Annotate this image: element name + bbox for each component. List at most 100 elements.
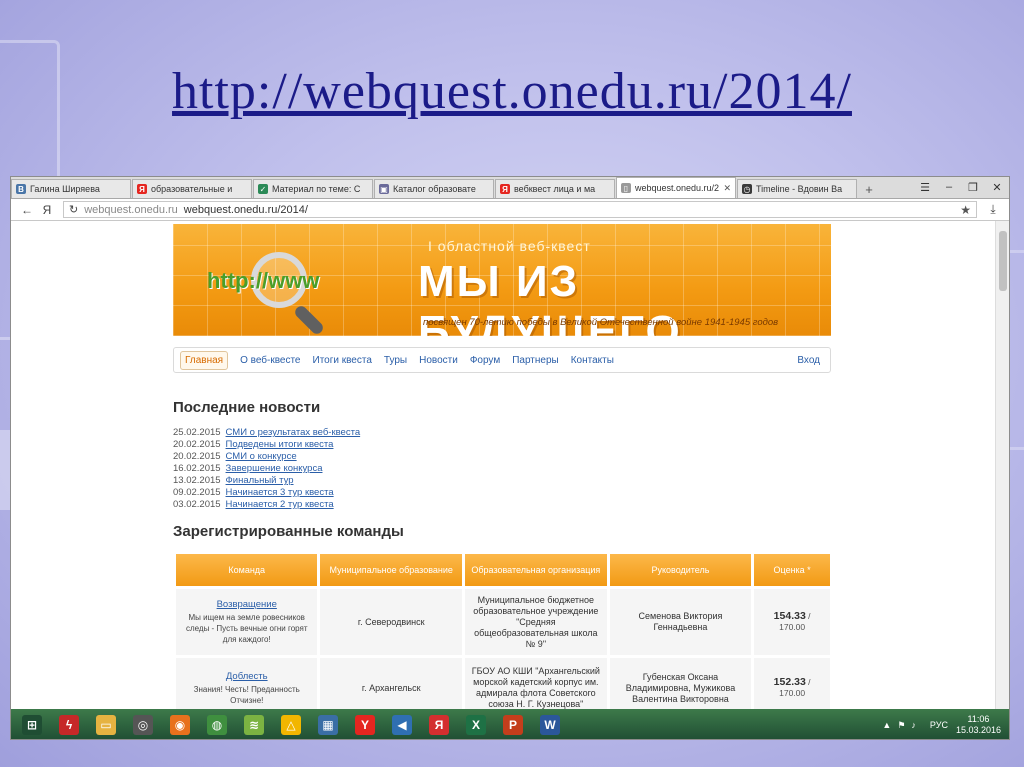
column-header[interactable]: Руководитель [609,554,752,586]
taskbar-button[interactable]: ◍ [200,711,234,739]
browser-tab[interactable]: ▯ webquest.onedu.ru/2 ✕ [616,177,736,198]
browser-tab[interactable]: В Галина Ширяева [11,179,131,198]
banner-dedication: посвящен 70-летию победы в Великой Отече… [423,317,779,328]
column-header[interactable]: Образовательная организация [464,554,607,586]
taskbar-button[interactable]: Y [348,711,382,739]
news-item: 20.02.2015 СМИ о конкурсе [173,451,360,463]
news-item: 25.02.2015 СМИ о результатах веб-квеста [173,427,360,439]
maximize-icon[interactable]: ❐ [961,181,985,194]
menu-item[interactable]: Итоги квеста [313,355,372,366]
back-icon[interactable]: ← [17,203,37,217]
news-heading: Последние новости [173,399,321,416]
browser-tab[interactable]: ▣ Каталог образовате [374,179,494,198]
score-value: 152.33 [773,676,806,688]
menu-item[interactable]: Новости [419,355,458,366]
warning-icon: △ [281,715,301,735]
taskbar-button[interactable]: ◉ [163,711,197,739]
slide-title[interactable]: http://webquest.onedu.ru/2014/ [0,62,1024,121]
score-separator: / [805,611,811,621]
magnifier-handle [292,303,326,336]
tab-label: Каталог образовате [393,184,476,194]
menu-icon[interactable]: ☰ [913,181,937,194]
check-icon: ✓ [258,184,268,194]
clock-date: 15.03.2016 [955,725,1001,735]
taskbar-button[interactable]: ϟ [52,711,86,739]
taskbar-button[interactable]: P [496,711,530,739]
flag-icon[interactable]: ⚑ [897,720,905,731]
taskbar-button[interactable]: ◎ [126,711,160,739]
news-link[interactable]: Начинается 2 тур квеста [226,499,334,510]
scrollbar-thumb[interactable] [999,231,1007,291]
browser-tab[interactable]: Явебквест лица и ма [495,179,615,198]
municipality-cell: г. Архангельск [320,658,462,709]
tab-label: Timeline - Вдовин Ва [756,184,843,194]
tab-label: webquest.onedu.ru/2 [635,183,720,193]
taskbar-button[interactable]: △ [274,711,308,739]
team-cell: Возвращение Мы ищем на земле ровесников с… [176,589,318,655]
clock[interactable]: 11:06 15.03.2016 [956,714,1001,736]
url-field[interactable]: ↻ webquest.onedu.ru webquest.onedu.ru/20… [63,201,977,218]
column-header[interactable]: Муниципальное образование [320,554,462,586]
menu-item[interactable]: О веб-квесте [240,355,300,366]
browser-tab[interactable]: ◷ Timeline - Вдовин Ва [737,179,857,198]
news-date: 20.02.2015 [173,439,221,450]
menu-item[interactable]: Партнеры [512,355,559,366]
login-link[interactable]: Вход [797,355,820,366]
organization-cell: ГБОУ АО КШИ "Архангельский морской кадет… [464,658,607,709]
address-bar: ← Я ↻ webquest.onedu.ru webquest.onedu.r… [11,199,1009,221]
scrollbar[interactable] [995,221,1009,709]
column-header[interactable]: Команда [176,554,318,586]
menu-item[interactable]: Форум [470,355,500,366]
news-date: 16.02.2015 [173,463,221,474]
taskbar-button[interactable]: W [533,711,567,739]
yandex-home-icon[interactable]: Я [37,203,57,217]
close-icon[interactable]: ✕ [985,181,1009,194]
taskbar-button[interactable]: Я [422,711,456,739]
team-motto: Знания! Честь! Преданность Отчизне! [193,684,300,705]
taskbar-button[interactable]: ≋ [237,711,271,739]
tray-up-icon[interactable]: ▲ [882,720,891,730]
yandex-browser-icon: Y [355,715,375,735]
browser-tab[interactable]: ✓ Материал по теме: С [253,179,373,198]
new-tab-icon[interactable]: + [858,180,880,198]
taskbar-button[interactable]: ⊞ [15,711,49,739]
menu-item[interactable]: Контакты [571,355,614,366]
chrome-icon: ◍ [207,715,227,735]
news-link[interactable]: Завершение конкурса [226,463,323,474]
teams-table: Команда Муниципальное образование Образова… [173,551,833,709]
tab-close-icon[interactable]: ✕ [723,183,731,194]
table-row: Доблесть Знания! Честь! Преданность Отчиз… [176,658,830,709]
minimize-icon[interactable]: – [937,181,961,193]
news-link[interactable]: СМИ о конкурсе [226,451,297,462]
url-text: webquest.onedu.ru/2014/ [183,203,308,216]
news-item: 09.02.2015 Начинается 3 тур квеста [173,487,360,499]
taskbar-button[interactable]: ▭ [89,711,123,739]
news-link[interactable]: СМИ о результатах веб-квеста [226,427,361,438]
score-cell: 152.33 / 170.00 [754,658,830,709]
news-link[interactable]: Начинается 3 тур квеста [226,487,334,498]
news-date: 03.02.2015 [173,499,221,510]
menu-item[interactable]: Туры [384,355,407,366]
news-link[interactable]: Подведены итоги квеста [226,439,334,450]
team-name-link[interactable]: Возвращение [180,599,313,610]
taskbar-button[interactable]: ◀ [385,711,419,739]
menu-item[interactable]: Главная [180,350,229,370]
volume-icon[interactable]: ♪ [911,720,916,730]
windows-icon: ⊞ [22,715,42,735]
star-icon[interactable]: ★ [960,203,971,217]
table-header: Команда Муниципальное образование Образова… [176,554,830,586]
url-host: webquest.onedu.ru [84,203,178,216]
taskbar-button[interactable]: X [459,711,493,739]
web-page: http://www I областной веб-квест МЫ ИЗ Б… [11,221,997,709]
taskbar-button[interactable]: ▦ [311,711,345,739]
news-link[interactable]: Финальный тур [226,475,294,486]
download-icon[interactable]: ⤓ [983,202,1003,217]
column-header[interactable]: Оценка * [754,554,830,586]
system-tray: ▲ ⚑ ♪ РУС 11:06 15.03.2016 [882,714,1009,736]
reload-icon[interactable]: ↻ [69,203,78,216]
browser-tab[interactable]: Яобразовательные и [132,179,252,198]
site-menu: Главная О веб-квесте Итоги квеста Туры Новос… [173,347,831,373]
team-name-link[interactable]: Доблесть [180,671,313,682]
language-indicator[interactable]: РУС [930,720,948,730]
news-item: 20.02.2015 Подведены итоги квеста [173,439,360,451]
